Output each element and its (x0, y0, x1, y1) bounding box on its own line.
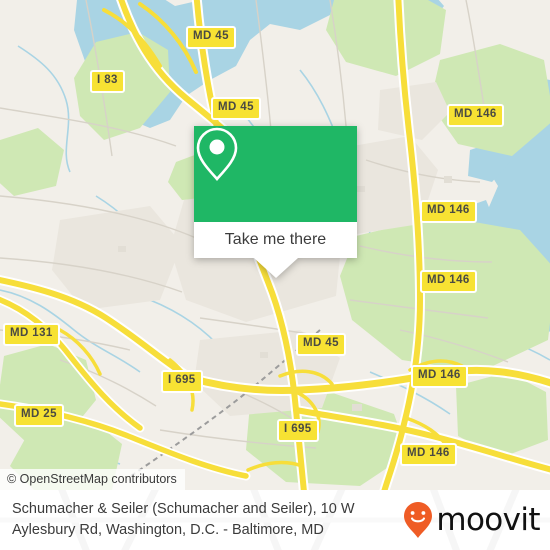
map-pin-icon (196, 127, 238, 181)
take-me-there-label: Take me there (224, 231, 327, 248)
location-callout-card[interactable]: Take me there (194, 126, 357, 278)
road-shield: MD 146 (447, 104, 504, 127)
callout-header (194, 126, 357, 222)
road-shield: MD 146 (420, 200, 477, 223)
footer-bar: Schumacher & Seiler (Schumacher and Seil… (0, 490, 550, 550)
moovit-logo[interactable]: moovit (403, 501, 541, 539)
road-shield: MD 146 (400, 443, 457, 466)
road-shield: I 83 (90, 70, 125, 93)
moovit-smiley-pin-icon (404, 502, 433, 538)
road-shield: MD 146 (411, 365, 468, 388)
moovit-wordmark: moovit (436, 501, 540, 538)
location-caption: Schumacher & Seiler (Schumacher and Seil… (12, 501, 355, 538)
callout-pointer-tail (253, 258, 298, 278)
road-shield: MD 131 (3, 323, 60, 346)
map-screenshot: MD 45 I 83 MD 45 MD 146 MD 146 MD 146 MD… (0, 0, 550, 550)
road-shield: MD 45 (296, 333, 346, 356)
road-shield: MD 45 (186, 26, 236, 49)
road-shield: MD 45 (211, 97, 261, 120)
road-shield: I 695 (161, 370, 203, 393)
map-canvas[interactable]: MD 45 I 83 MD 45 MD 146 MD 146 MD 146 MD… (0, 0, 550, 490)
road-shield: I 695 (277, 419, 319, 442)
osm-attribution[interactable]: © OpenStreetMap contributors (0, 469, 185, 490)
take-me-there-button[interactable]: Take me there (194, 222, 357, 258)
road-shield: MD 25 (14, 404, 64, 427)
road-shield: MD 146 (420, 270, 477, 293)
